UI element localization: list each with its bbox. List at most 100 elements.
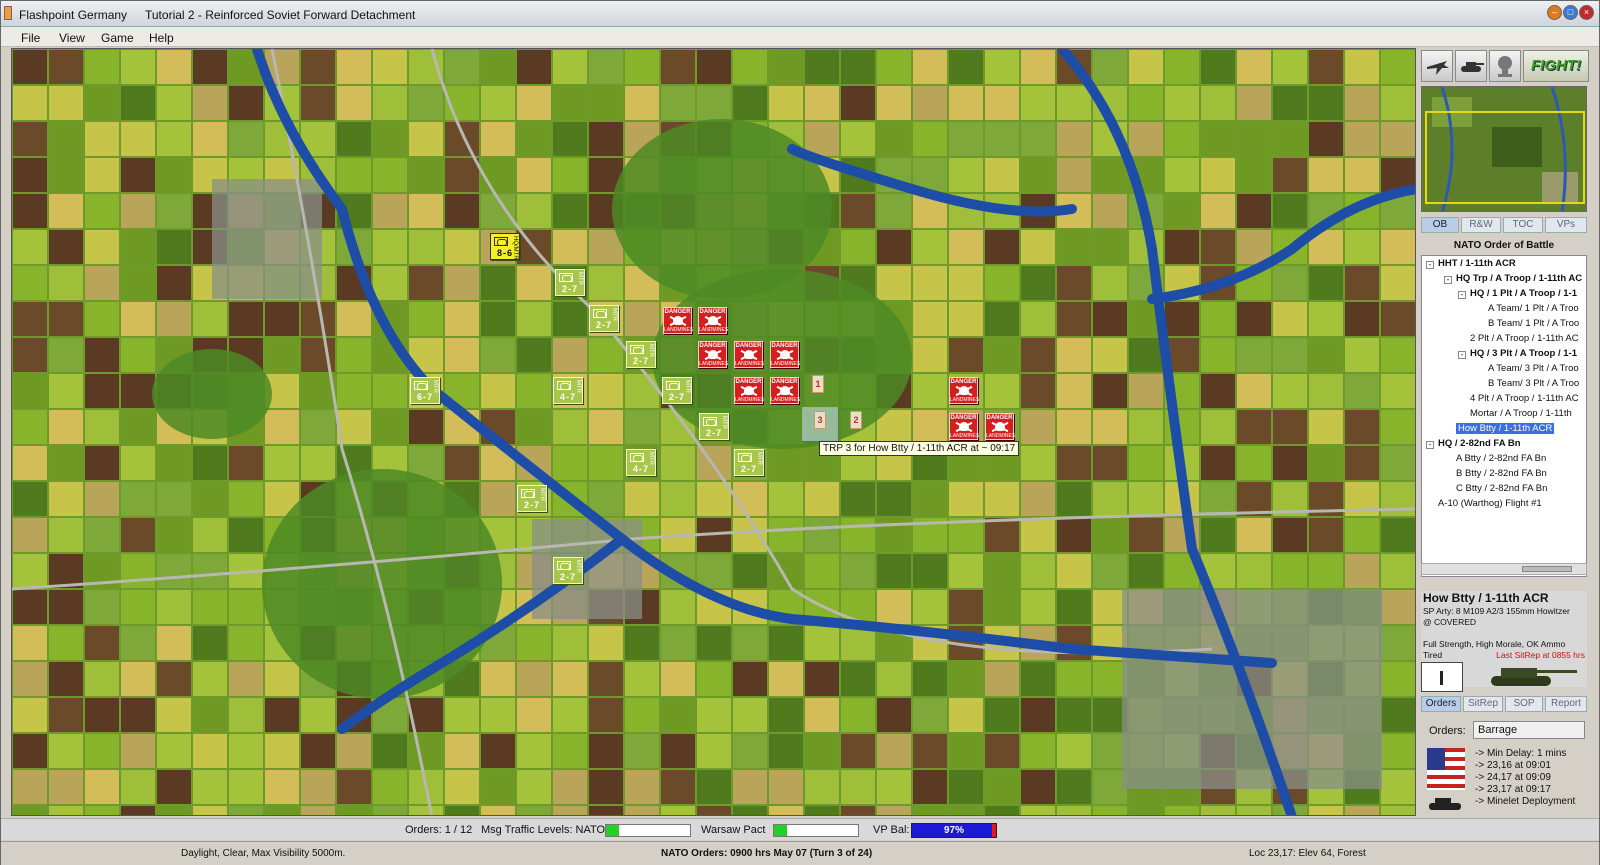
terrain-field — [193, 86, 227, 120]
terrain-field — [1021, 158, 1055, 192]
terrain-field — [1129, 806, 1163, 815]
terrain-field — [49, 626, 83, 660]
air-support-button[interactable] — [1421, 50, 1453, 82]
terrain-field — [1021, 734, 1055, 768]
menu-file[interactable]: File — [21, 31, 40, 45]
unit-counter[interactable]: MTR 2-7 — [626, 341, 656, 368]
terrain-field — [409, 734, 443, 768]
maximize-button[interactable]: □ — [1563, 5, 1578, 20]
tree-expander[interactable]: - — [1458, 291, 1466, 299]
oob-tree-item[interactable]: Mortar / A Troop / 1-11th — [1470, 408, 1572, 419]
oob-tree-item[interactable]: 4 Plt / A Troop / 1-11th AC — [1470, 393, 1579, 404]
tree-expander[interactable]: - — [1426, 261, 1434, 269]
unit-counter[interactable]: MTR 4-7 — [626, 449, 656, 476]
trp-marker[interactable]: 3 — [814, 411, 826, 429]
menu-game[interactable]: Game — [101, 31, 134, 45]
oob-tree-item[interactable]: B Btty / 2-82nd FA Bn — [1456, 468, 1547, 479]
tree-expander[interactable]: - — [1426, 441, 1434, 449]
terrain-field — [85, 806, 119, 815]
minefield-marker[interactable]: DANGER LANDMINES — [985, 413, 1015, 440]
minefield-marker[interactable]: DANGER LANDMINES — [949, 377, 979, 404]
minefield-marker[interactable]: DANGER LANDMINES — [770, 377, 800, 404]
oob-tree-item[interactable]: HQ / 1 Plt / A Troop / 1-1 — [1470, 288, 1577, 299]
terrain-field — [697, 482, 731, 516]
terrain-field — [49, 518, 83, 552]
terrain-field — [1093, 194, 1127, 228]
tree-expander[interactable]: - — [1458, 351, 1466, 359]
oob-tree-item[interactable]: HQ / 3 Plt / A Troop / 1-1 — [1470, 348, 1577, 359]
oob-tree-item[interactable]: B Team/ 1 Plt / A Troo — [1488, 318, 1579, 329]
unit-counter[interactable]: MTR 2-7 — [517, 485, 547, 512]
minefield-marker[interactable]: DANGER LANDMINES — [734, 341, 764, 368]
oob-tree-item[interactable]: 2 Plt / A Troop / 1-11th AC — [1470, 333, 1579, 344]
oob-tree-item[interactable]: How Btty / 1-11th ACR — [1456, 423, 1555, 434]
oob-tree-item[interactable]: B Team/ 3 Plt / A Troo — [1488, 378, 1579, 389]
tab-vps[interactable]: VPs — [1545, 217, 1587, 233]
ground-units-button[interactable] — [1455, 50, 1487, 82]
unit-counter[interactable]: MTR 4-7 — [553, 377, 583, 404]
terrain-field — [1237, 158, 1271, 192]
terrain-field — [985, 482, 1019, 516]
minefield-marker[interactable]: DANGER LANDMINES — [698, 341, 728, 368]
artillery-button[interactable] — [1489, 50, 1521, 82]
oob-tree-item[interactable]: A Team/ 1 Plt / A Troo — [1488, 303, 1579, 314]
unit-counter[interactable]: MTR 2-7 — [553, 557, 583, 584]
tab-report[interactable]: Report — [1545, 696, 1587, 712]
trp-marker[interactable]: 2 — [850, 411, 862, 429]
tab-ob[interactable]: OB — [1421, 217, 1459, 233]
oob-tree-item[interactable]: A Btty / 2-82nd FA Bn — [1456, 453, 1546, 464]
terrain-field — [553, 446, 587, 480]
terrain-field — [517, 194, 551, 228]
scrollbar-thumb[interactable] — [1522, 566, 1572, 572]
tab-orders[interactable]: Orders — [1421, 696, 1461, 712]
info-bar: Daylight, Clear, Max Visibility 5000m. N… — [1, 841, 1599, 865]
map-tooltip: TRP 3 for How Btty / 1-11th ACR at ~ 09:… — [819, 441, 1020, 456]
tab-toc[interactable]: TOC — [1503, 217, 1543, 233]
minefield-marker[interactable]: DANGER LANDMINES — [698, 307, 728, 334]
minefield-marker[interactable]: DANGER LANDMINES — [949, 413, 979, 440]
fight-button[interactable]: FIGHT! — [1523, 50, 1589, 82]
terrain-field — [49, 158, 83, 192]
oob-tree-item[interactable]: A Team/ 3 Plt / A Troo — [1488, 363, 1579, 374]
menu-view[interactable]: View — [59, 31, 85, 45]
location-info: Loc 23,17: Elev 64, Forest — [1249, 848, 1366, 859]
battle-map[interactable]: HQ/MTR 8-6 MTR 2-7 MTR 2-7 MTR 2-7 MTR 4-7 MT… — [11, 48, 1416, 816]
minefield-marker[interactable]: DANGER LANDMINES — [770, 341, 800, 368]
oob-tree-item[interactable]: A-10 (Warthog) Flight #1 — [1438, 498, 1542, 509]
menu-help[interactable]: Help — [149, 31, 174, 45]
close-button[interactable]: × — [1579, 5, 1594, 20]
minefield-marker[interactable]: DANGER LANDMINES — [734, 377, 764, 404]
oob-tree-item[interactable]: C Btty / 2-82nd FA Bn — [1456, 483, 1547, 494]
unit-counter[interactable]: MTR 2-7 — [589, 305, 619, 332]
unit-counter[interactable]: MTR 2-7 — [699, 413, 729, 440]
terrain-field — [1237, 446, 1271, 480]
unit-counter[interactable]: MTR 2-7 — [555, 269, 585, 296]
oob-tree-item[interactable]: HHT / 1-11th ACR — [1438, 258, 1516, 269]
terrain-field — [913, 554, 947, 588]
tab-sop[interactable]: SOP — [1505, 696, 1543, 712]
oob-tree-item[interactable]: HQ Trp / A Troop / 1-11th AC — [1456, 273, 1582, 284]
orders-select[interactable]: Barrage — [1473, 721, 1585, 739]
tab-sitrep[interactable]: SitRep — [1463, 696, 1503, 712]
terrain-field — [1129, 50, 1163, 84]
unit-counter[interactable]: MTR 6-7 — [410, 377, 440, 404]
oob-tree-item[interactable]: HQ / 2-82nd FA Bn — [1438, 438, 1521, 449]
tab-rw[interactable]: R&W — [1461, 217, 1501, 233]
tree-expander[interactable]: - — [1444, 276, 1452, 284]
terrain-field — [1129, 410, 1163, 444]
orders-count: Orders: 1 / 12 — [405, 824, 473, 836]
unit-counter[interactable]: MTR 2-7 — [734, 449, 764, 476]
oob-tree[interactable]: - HHT / 1-11th ACR - HQ Trp / A Troop / 1-1… — [1421, 255, 1587, 577]
terrain-field — [877, 590, 911, 624]
terrain-field — [1345, 518, 1379, 552]
minefield-marker[interactable]: DANGER LANDMINES — [663, 307, 693, 334]
trp-marker[interactable]: 1 — [812, 375, 824, 393]
terrain-field — [1021, 338, 1055, 372]
oob-scrollbar[interactable] — [1421, 563, 1587, 575]
unit-counter[interactable]: HQ/MTR 8-6 — [490, 233, 520, 260]
unit-counter[interactable]: MTR 2-7 — [662, 377, 692, 404]
minimize-button[interactable]: – — [1547, 5, 1562, 20]
minimap-viewport[interactable] — [1425, 111, 1585, 204]
minimap[interactable] — [1421, 86, 1587, 212]
terrain-field — [733, 626, 767, 660]
